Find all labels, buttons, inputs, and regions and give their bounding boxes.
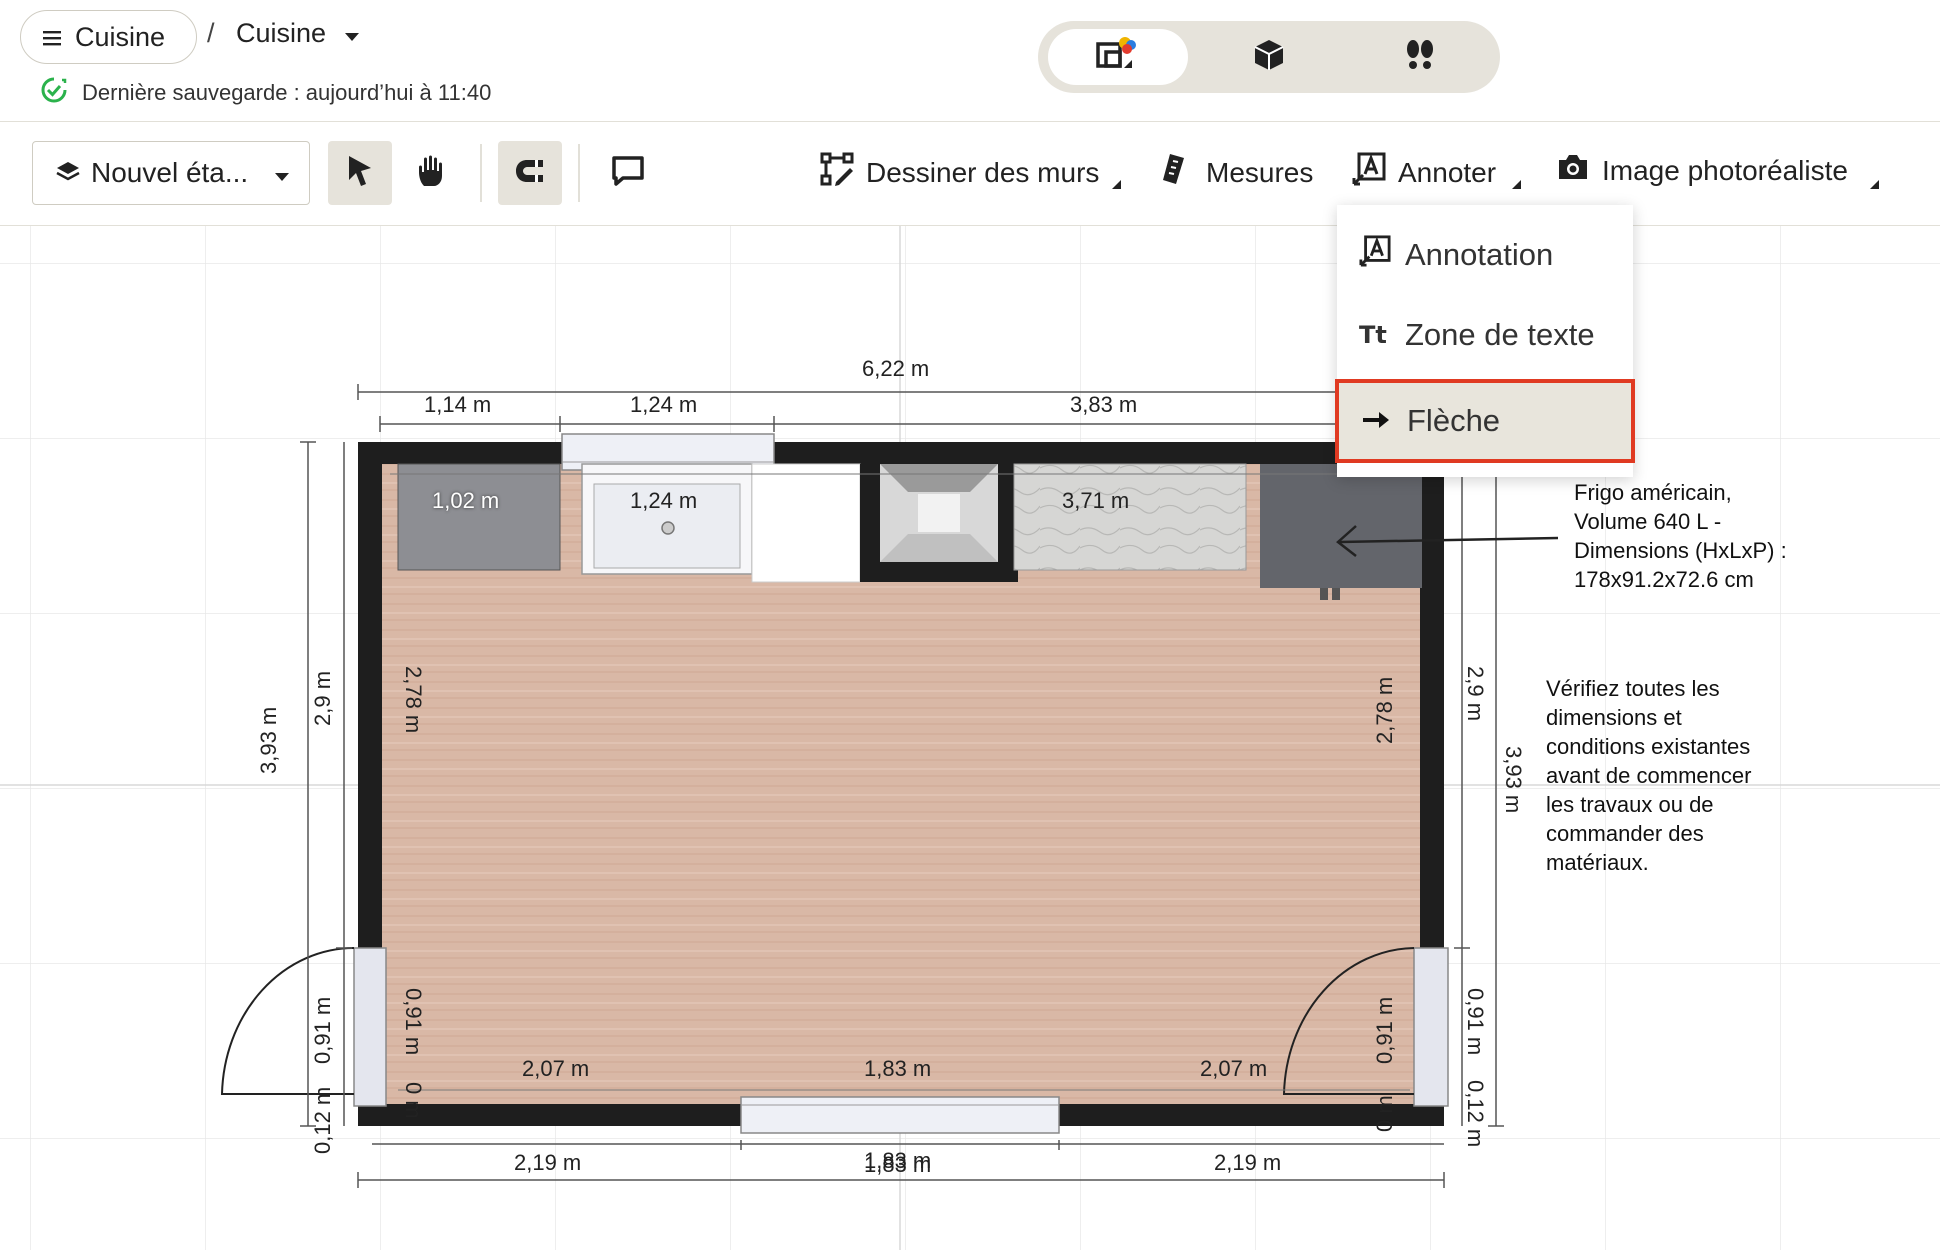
dim-left-mid: 2,9 m [310,670,335,726]
dim-right-mid: 2,9 m [1463,666,1488,722]
select-tool-button[interactable] [328,141,392,205]
check-note-line: commander des [1546,821,1704,846]
text-box-icon: Tt [1359,321,1387,349]
fridge-annotation[interactable]: Frigo américain, Volume 640 L - Dimensio… [1574,478,1787,594]
photorealistic-caret-icon [1870,180,1879,189]
check-dimensions-textbox[interactable]: Vérifiez toutes les dimensions et condit… [1546,674,1751,877]
annotate-caret-icon [1512,180,1521,189]
dim-bottom-left: 2,19 m [514,1150,582,1175]
view-2d-button[interactable] [1048,29,1188,85]
check-note-line: matériaux. [1546,850,1649,875]
measures-button[interactable]: Mesures [1160,152,1313,193]
photorealistic-image-label: Image photoréaliste [1602,154,1848,186]
dim-left-door: 0,91 m [310,996,335,1064]
walkthrough-button[interactable] [1350,29,1490,85]
dim-left-door-inner: 0,91 m [401,988,426,1056]
draw-walls-label: Dessiner des murs [866,156,1100,188]
dim-right-inner: 2,78 m [1372,676,1397,744]
measures-label: Mesures [1206,156,1314,188]
dim-top-right: 3,83 m [1070,392,1138,417]
breadcrumb-separator: / [207,18,215,48]
counter-left-label: 1,02 m [432,488,500,513]
save-status: Dernière sauvegarde : aujourd’hui à 11:4… [40,76,491,110]
photorealistic-image-button[interactable]: Image photoréaliste [1556,152,1848,189]
dim-right-zero: 0 m [1372,1095,1397,1132]
check-note-line: avant de commencer [1546,763,1752,788]
sink-label: 1,24 m [630,488,698,513]
hand-icon [416,154,448,193]
dim-left-zero: 0 m [401,1082,426,1119]
draw-walls-icon [820,152,854,193]
toolbar-divider [480,144,482,202]
fridge-note-line: 178x91.2x72.6 cm [1574,567,1754,592]
plan-2d-icon [1094,34,1142,81]
check-note-line: conditions existantes [1546,734,1751,759]
breadcrumb-current-dropdown[interactable]: Cuisine [236,18,360,49]
comment-icon [611,155,645,192]
menu-item-arrow[interactable]: Flèche [1335,379,1635,463]
draw-walls-button[interactable]: Dessiner des murs [820,152,1099,193]
dim-left-inner: 2,78 m [401,666,426,734]
check-note-line: les travaux ou de [1546,792,1714,817]
snap-magnet-button[interactable] [498,141,562,205]
menu-item-label: Zone de texte [1405,317,1595,352]
counter-right-label: 3,71 m [1062,488,1130,513]
annotate-dropdown-menu: Annotation Tt Zone de texte Flèche [1335,205,1635,477]
check-note-line: dimensions et [1546,705,1682,730]
toolbar-divider [578,144,580,202]
draw-walls-caret-icon [1112,180,1121,189]
cube-3d-icon [1251,37,1287,78]
dim-total-top: 6,22 m [862,356,930,381]
dim-top-window: 1,24 m [630,392,698,417]
menu-item-annotation[interactable]: Annotation [1337,215,1633,295]
pan-tool-button[interactable] [400,141,464,205]
fridge-note-line: Dimensions (HxLxP) : [1574,538,1787,563]
dim-left-outer: 3,93 m [256,706,281,774]
magnet-icon [513,157,547,190]
annotation-icon [1352,152,1386,193]
dim-bottom-center: 1,83 m [864,1152,932,1177]
hamburger-icon [43,22,61,53]
top-header: Cuisine / Cuisine Dernière sauvegarde : … [0,0,1940,122]
chevron-down-icon [344,18,360,49]
menu-item-label: Annotation [1405,237,1554,272]
check-circle-icon [40,76,68,110]
footprints-icon [1402,37,1438,78]
floor-plan-canvas[interactable]: 6,22 m 1,14 m 1,24 m 3,83 m 1,02 m 1,24 … [0,226,1940,1250]
dim-inner-bottom-center: 1,83 m [864,1056,932,1081]
chevron-down-icon [274,157,290,189]
dim-bottom-right: 2,19 m [1214,1150,1282,1175]
save-status-text: Dernière sauvegarde : aujourd’hui à 11:4… [82,80,492,105]
fridge-note-line: Volume 640 L - [1574,509,1722,534]
menu-item-label: Flèche [1407,403,1501,438]
annotate-label: Annoter [1398,156,1497,188]
dim-right-small: 0,12 m [1463,1080,1488,1148]
dim-right-door-outer: 0,91 m [1463,988,1488,1056]
layers-icon [55,157,81,189]
annotate-button[interactable]: Annoter [1352,152,1496,193]
fridge-note-line: Frigo américain, [1574,480,1732,505]
ruler-icon [1160,152,1188,193]
breadcrumb-project: Cuisine [75,21,166,52]
arrow-right-icon [1361,403,1393,439]
cursor-arrow-icon [345,154,375,193]
dim-inner-bottom-left: 2,07 m [522,1056,590,1081]
view-3d-button[interactable] [1199,29,1339,85]
level-label: Nouvel éta... [91,157,249,188]
annotation-icon [1359,235,1391,275]
comment-button[interactable] [596,141,660,205]
level-dropdown[interactable]: Nouvel éta... [32,141,310,205]
dim-left-small: 0,12 m [310,1086,335,1154]
camera-icon [1556,152,1590,189]
view-switcher [1038,21,1500,93]
breadcrumb-current: Cuisine [236,18,327,48]
dim-top-left: 1,14 m [424,392,492,417]
dim-right-outer: 3,93 m [1501,746,1526,814]
dim-right-door-inner: 0,91 m [1372,996,1397,1064]
menu-item-text-zone[interactable]: Tt Zone de texte [1337,295,1633,375]
project-menu-button[interactable]: Cuisine [20,10,197,64]
dim-inner-bottom-right: 2,07 m [1200,1056,1268,1081]
check-note-line: Vérifiez toutes les [1546,676,1720,701]
